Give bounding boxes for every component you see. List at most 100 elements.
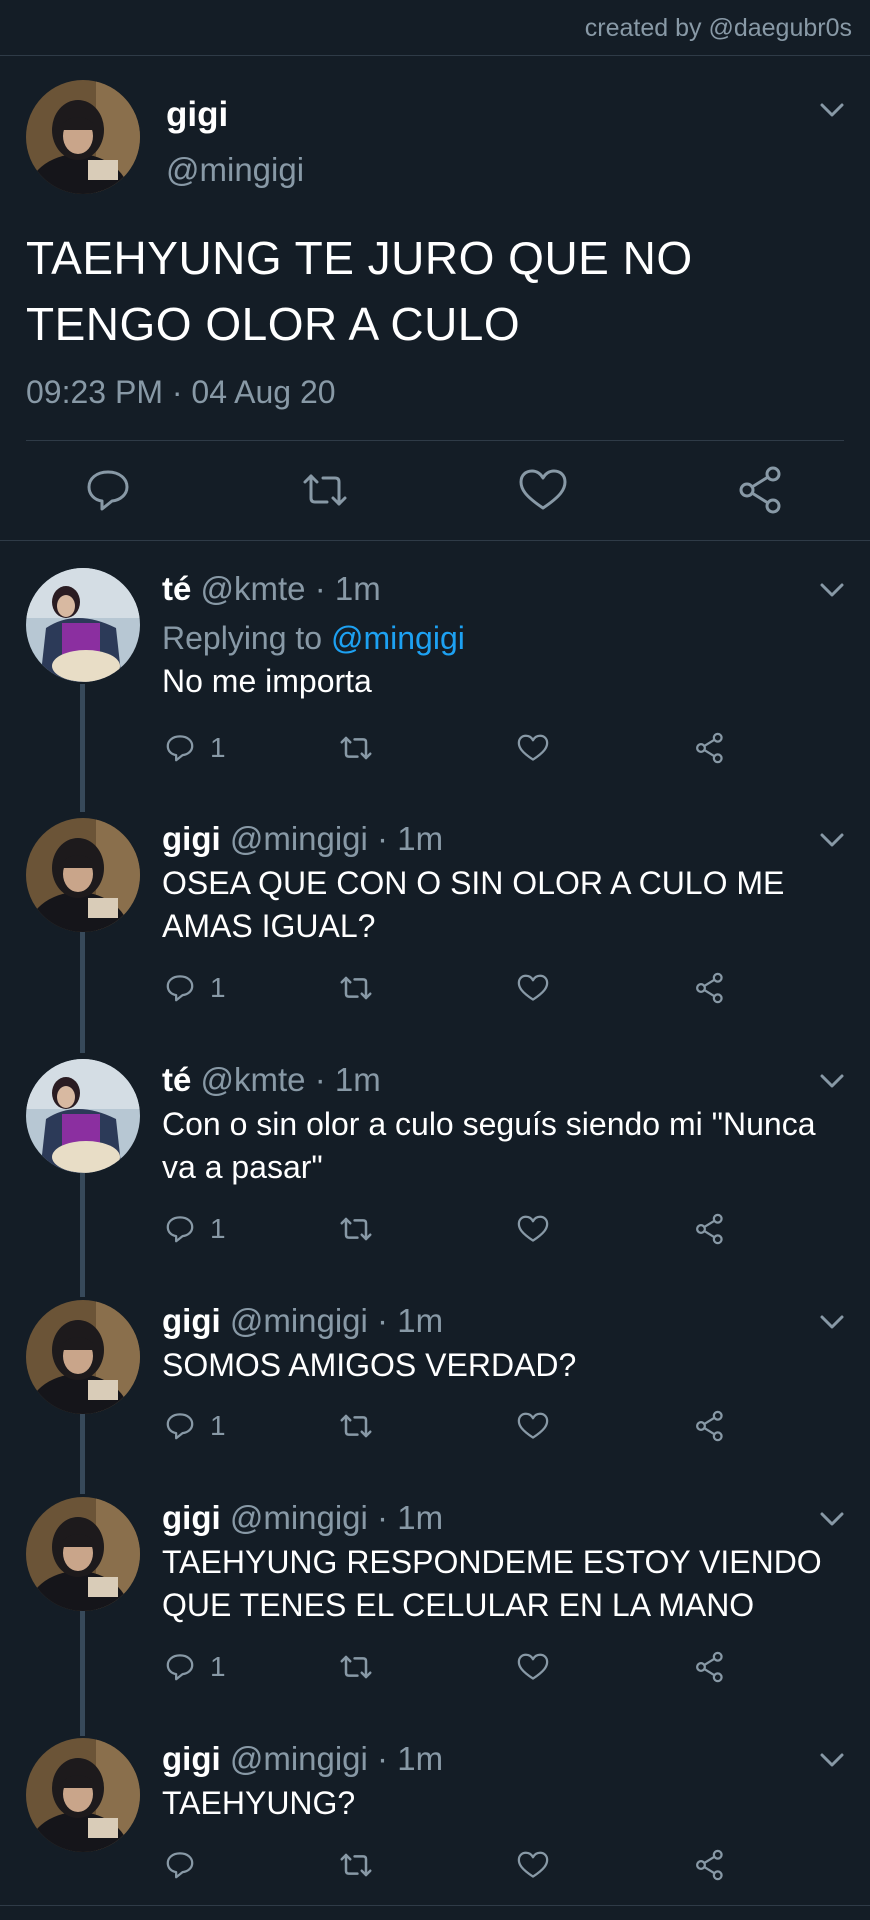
display-name[interactable]: té — [162, 570, 191, 607]
reply-button[interactable]: 1 — [162, 1647, 226, 1687]
retweet-icon[interactable] — [297, 462, 353, 518]
display-name[interactable]: gigi — [166, 95, 228, 135]
reply-count: 1 — [210, 972, 226, 1003]
display-name[interactable]: gigi — [162, 1499, 221, 1536]
separator-dot: · — [377, 820, 389, 857]
avatar[interactable] — [26, 1497, 140, 1611]
tweet-actions: 1 — [162, 1209, 762, 1249]
tweet-text: SOMOS AMIGOS VERDAD? — [162, 1347, 577, 1383]
tweet-time: 1m — [334, 570, 381, 607]
chevron-down-icon[interactable] — [818, 1750, 846, 1770]
chevron-down-icon[interactable] — [818, 1071, 846, 1091]
heart-icon[interactable] — [515, 728, 551, 768]
reply-icon — [162, 1847, 198, 1883]
credit-text: created by @daegubr0s — [584, 14, 852, 42]
reply-icon — [162, 1408, 198, 1444]
divider — [0, 55, 870, 56]
avatar[interactable] — [26, 568, 140, 682]
retweet-icon[interactable] — [336, 1209, 376, 1249]
tweet-header: gigi @mingigi · 1m — [162, 1499, 443, 1537]
reply-icon[interactable] — [80, 462, 136, 518]
avatar[interactable] — [26, 80, 140, 194]
heart-icon[interactable] — [515, 1406, 551, 1446]
tweet-header: té @kmte · 1m — [162, 1061, 381, 1099]
tweet-actions: 1 — [162, 1406, 762, 1446]
tweet-text: TAEHYUNG? — [162, 1785, 356, 1821]
replying-to: Replying to @mingigi — [162, 620, 465, 657]
share-icon[interactable] — [692, 968, 728, 1008]
tweet-actions — [0, 462, 870, 518]
tweet-text: TAEHYUNG TE JURO QUE NO TENGO OLOR A CUL… — [26, 232, 693, 350]
heart-icon[interactable] — [515, 1647, 551, 1687]
user-handle[interactable]: @mingigi — [230, 1740, 368, 1777]
thread-line — [80, 1608, 85, 1736]
heart-icon[interactable] — [515, 462, 571, 518]
tweet-actions: 1 — [162, 1647, 762, 1687]
share-icon[interactable] — [692, 1647, 728, 1687]
avatar[interactable] — [26, 1738, 140, 1852]
reply-count: 1 — [210, 1213, 226, 1244]
retweet-icon[interactable] — [336, 728, 376, 768]
reply-icon — [162, 730, 198, 766]
retweet-icon[interactable] — [336, 968, 376, 1008]
separator-dot: · — [314, 1061, 326, 1098]
reply-button[interactable]: 1 — [162, 968, 226, 1008]
chevron-down-icon[interactable] — [818, 100, 846, 120]
retweet-icon[interactable] — [336, 1845, 376, 1885]
thread-line — [80, 1411, 85, 1494]
divider — [0, 540, 870, 541]
retweet-icon[interactable] — [336, 1647, 376, 1687]
reply-count: 1 — [210, 1651, 226, 1682]
display-name[interactable]: té — [162, 1061, 191, 1098]
tweet-text: TAEHYUNG RESPONDEME ESTOY VIENDO QUE TEN… — [162, 1544, 822, 1623]
share-icon[interactable] — [692, 1845, 728, 1885]
reply-icon — [162, 1211, 198, 1247]
share-icon[interactable] — [692, 728, 728, 768]
mention-link[interactable]: @mingigi — [331, 620, 465, 656]
share-icon[interactable] — [733, 462, 789, 518]
chevron-down-icon[interactable] — [818, 1312, 846, 1332]
thread-line — [80, 684, 85, 812]
display-name[interactable]: gigi — [162, 1302, 221, 1339]
tweet-time: 1m — [397, 1740, 444, 1777]
reply-button[interactable]: 1 — [162, 728, 226, 768]
share-icon[interactable] — [692, 1209, 728, 1249]
reply-icon — [162, 970, 198, 1006]
avatar[interactable] — [26, 1300, 140, 1414]
tweet-actions: 1 — [162, 728, 762, 768]
tweet-time: 1m — [397, 820, 444, 857]
display-name[interactable]: gigi — [162, 820, 221, 857]
heart-icon[interactable] — [515, 1845, 551, 1885]
reply-button[interactable] — [162, 1845, 210, 1885]
user-handle[interactable]: @mingigi — [230, 1499, 368, 1536]
chevron-down-icon[interactable] — [818, 830, 846, 850]
user-handle[interactable]: @kmte — [201, 1061, 306, 1098]
heart-icon[interactable] — [515, 1209, 551, 1249]
heart-icon[interactable] — [515, 968, 551, 1008]
tweet-header: gigi @mingigi · 1m — [162, 1302, 443, 1340]
user-handle[interactable]: @mingigi — [166, 151, 304, 189]
reply-icon — [162, 1649, 198, 1685]
divider — [26, 440, 844, 441]
reply-button[interactable]: 1 — [162, 1209, 226, 1249]
avatar[interactable] — [26, 1059, 140, 1173]
separator-dot: · — [377, 1302, 389, 1339]
tweet-time: 1m — [397, 1302, 444, 1339]
reply-button[interactable]: 1 — [162, 1406, 226, 1446]
tweet-text: Con o sin olor a culo seguís siendo mi "… — [162, 1106, 816, 1185]
separator-dot: · — [314, 570, 326, 607]
display-name[interactable]: gigi — [162, 1740, 221, 1777]
chevron-down-icon[interactable] — [818, 1509, 846, 1529]
chevron-down-icon[interactable] — [818, 580, 846, 600]
tweet-timestamp: 09:23 PM · 04 Aug 20 — [26, 374, 336, 410]
thread-line — [80, 926, 85, 1053]
separator-dot: · — [377, 1740, 389, 1777]
tweet-text: No me importa — [162, 663, 372, 699]
user-handle[interactable]: @mingigi — [230, 1302, 368, 1339]
tweet-time: 1m — [397, 1499, 444, 1536]
user-handle[interactable]: @mingigi — [230, 820, 368, 857]
avatar[interactable] — [26, 818, 140, 932]
retweet-icon[interactable] — [336, 1406, 376, 1446]
user-handle[interactable]: @kmte — [201, 570, 306, 607]
share-icon[interactable] — [692, 1406, 728, 1446]
